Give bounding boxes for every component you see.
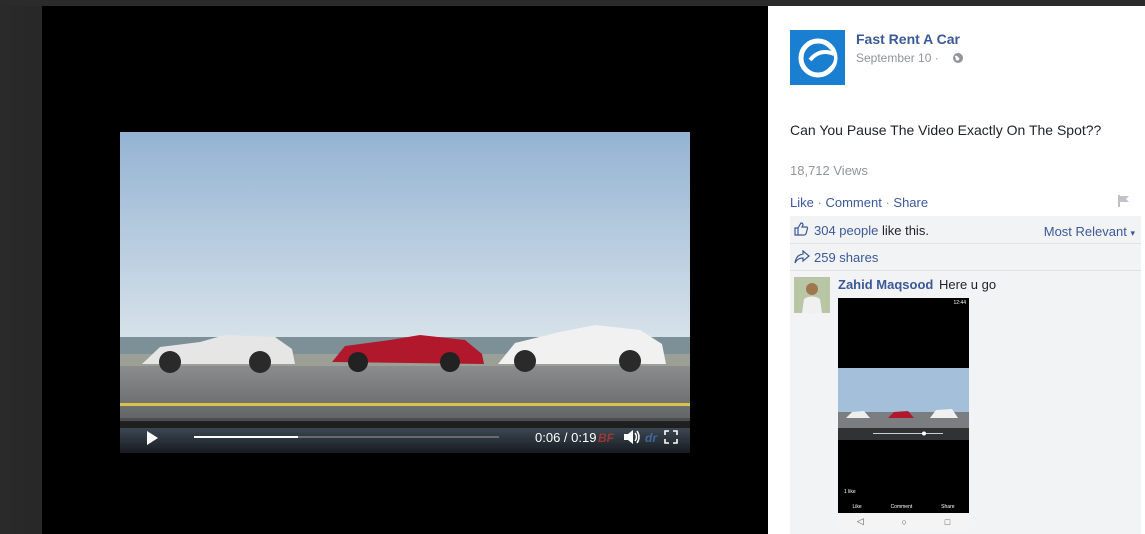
sort-label: Most Relevant: [1043, 224, 1127, 239]
post-text: Can You Pause The Video Exactly On The S…: [790, 122, 1102, 138]
avatar[interactable]: [794, 277, 830, 313]
likes-suffix: like this.: [881, 223, 929, 238]
recents-icon: □: [944, 516, 951, 527]
view-count: 18,712 Views: [790, 163, 868, 178]
likes-summary: 304 people like this. Most Relevant ▾: [790, 216, 1141, 244]
screenshot-comment: Comment: [890, 504, 913, 510]
home-icon: ○: [901, 516, 907, 527]
chevron-down-icon: ▾: [1130, 228, 1135, 238]
page-logo-icon: [798, 38, 838, 78]
screenshot-frame: [838, 368, 969, 440]
screenshot-like: Like: [852, 504, 862, 510]
post-actions: Like · Comment · Share: [790, 195, 928, 210]
page-logo[interactable]: [790, 30, 845, 85]
play-icon[interactable]: [144, 430, 160, 446]
action-separator: ·: [817, 195, 822, 210]
comment-link[interactable]: Comment: [825, 195, 881, 210]
scrubber-progress: [194, 436, 298, 438]
video-controls: BF 0:06 / 0:19 dr: [120, 421, 690, 453]
page-name[interactable]: Fast Rent A Car: [856, 31, 960, 47]
action-separator: ·: [885, 195, 890, 210]
shares-count-link[interactable]: 259 shares: [814, 250, 878, 265]
screenshot-actions: Like Comment Share: [838, 501, 969, 513]
globe-icon: [953, 53, 963, 63]
share-link[interactable]: Share: [893, 195, 928, 210]
back-icon: ◁: [856, 516, 864, 526]
video-theater: BF 0:06 / 0:19 dr: [42, 6, 768, 534]
screenshot-nav-bar: ◁ ○ □: [838, 513, 969, 530]
screenshot-video: [838, 368, 969, 440]
comment-screenshot[interactable]: 12:44 1 like Like Comment Share ◁ ○ □: [838, 298, 969, 530]
share-icon: [794, 250, 810, 264]
video-scrubber[interactable]: [194, 436, 499, 438]
comment-text: Here u go: [939, 277, 997, 292]
video-frame: [120, 132, 690, 428]
video-watermark: BF: [598, 431, 614, 445]
volume-icon[interactable]: [623, 429, 641, 445]
screenshot-share: Share: [941, 504, 955, 510]
like-link[interactable]: Like: [790, 195, 814, 210]
fullscreen-icon[interactable]: [664, 430, 678, 444]
flag-icon[interactable]: [1117, 194, 1131, 208]
post-date[interactable]: September 10 ·: [856, 51, 939, 65]
screenshot-status-time: 12:44: [953, 300, 966, 306]
post-panel: Fast Rent A Car September 10 · Can You P…: [768, 6, 1145, 534]
avatar-image: [794, 277, 830, 313]
video-time: 0:06 / 0:19: [535, 430, 597, 445]
screenshot-likes: 1 like: [844, 489, 856, 495]
comment: Zahid Maqsood Here u go 12:44 1 like Lik…: [790, 271, 1141, 534]
likes-text: 304 people like this.: [814, 223, 929, 238]
sort-dropdown[interactable]: Most Relevant ▾: [1044, 224, 1135, 239]
comment-author[interactable]: Zahid Maqsood: [838, 277, 933, 292]
video-player[interactable]: BF 0:06 / 0:19 dr: [120, 132, 690, 453]
shares-summary: 259 shares: [790, 244, 1141, 271]
video-watermark-2: dr: [645, 431, 657, 445]
thumbs-up-icon: [794, 222, 809, 236]
likes-count-link[interactable]: 304 people: [814, 223, 878, 238]
